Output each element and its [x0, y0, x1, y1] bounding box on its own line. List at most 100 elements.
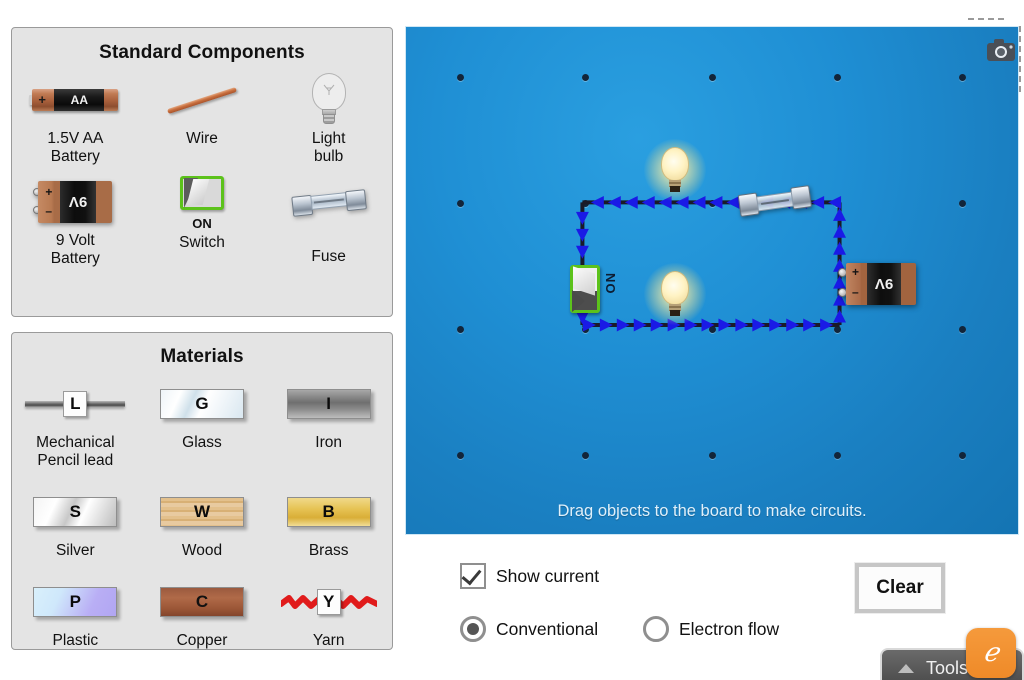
aa-battery-icon[interactable]: + AA	[12, 72, 139, 128]
glass-tile-icon[interactable]: G	[139, 376, 266, 432]
material-wood[interactable]: W Wood	[139, 484, 266, 560]
radio-button[interactable]	[643, 616, 669, 642]
material-yarn[interactable]: Y Yarn	[265, 574, 392, 650]
current-arrow	[607, 195, 621, 209]
board-controls: Show current Conventional Electron flow …	[405, 545, 1019, 665]
radio-electron-flow-label: Electron flow	[679, 618, 780, 639]
clear-button[interactable]: Clear	[854, 562, 946, 614]
component-nine-volt-battery[interactable]: + – 9V 9 Volt Battery	[12, 174, 139, 268]
board-light-bulb-top[interactable]	[644, 139, 706, 207]
show-current-checkbox[interactable]: Show current	[460, 563, 599, 589]
switch-icon[interactable]: ON	[139, 174, 266, 231]
material-copper[interactable]: C Copper	[139, 574, 266, 650]
component-label: Switch	[179, 234, 225, 251]
component-label: 1.5V AA Battery	[47, 130, 104, 165]
current-arrow	[803, 318, 817, 332]
component-switch[interactable]: ON Switch	[139, 174, 266, 268]
brass-tile-icon[interactable]: B	[265, 484, 392, 540]
current-arrow	[833, 207, 847, 221]
component-label: Fuse	[311, 248, 346, 265]
wire-icon[interactable]	[139, 72, 266, 128]
board-light-bulb-bottom[interactable]	[644, 263, 706, 331]
clear-button-label: Clear	[876, 577, 924, 598]
material-letter: S	[33, 497, 118, 527]
materials-grid: L Mechanical Pencil lead G Glass I Iron	[12, 376, 392, 650]
board-battery-plus: +	[852, 265, 860, 279]
radio-button[interactable]	[460, 616, 486, 642]
component-wire[interactable]: Wire	[139, 72, 266, 166]
plastic-tile-icon[interactable]: P	[12, 574, 139, 630]
standard-components-panel: Standard Components + AA 1.5V AA Battery	[11, 27, 393, 317]
aa-battery-label: AA	[70, 93, 88, 107]
material-label: Brass	[308, 542, 349, 559]
copper-tile-icon[interactable]: C	[139, 574, 266, 630]
current-arrow	[599, 318, 613, 332]
component-aa-battery[interactable]: + AA 1.5V AA Battery	[12, 72, 139, 166]
material-iron[interactable]: I Iron	[265, 376, 392, 470]
silver-tile-icon[interactable]: S	[12, 484, 139, 540]
material-label: Silver	[55, 542, 95, 559]
camera-snapshot-icon[interactable]	[986, 37, 1016, 63]
fuse-icon[interactable]	[265, 174, 392, 230]
component-label: 9 Volt Battery	[50, 232, 100, 267]
current-arrow	[752, 318, 766, 332]
materials-title: Materials	[160, 346, 244, 367]
materials-panel: Materials L Mechanical Pencil lead G Gla…	[11, 332, 393, 650]
gizmos-logo[interactable]: ℯ	[966, 628, 1016, 678]
board-battery-minus: –	[852, 285, 859, 299]
current-arrow	[709, 195, 723, 209]
battery-minus-sign: –	[45, 204, 53, 218]
material-glass[interactable]: G Glass	[139, 376, 266, 470]
current-arrow	[590, 195, 604, 209]
material-label: Copper	[176, 632, 228, 649]
radio-conventional-label: Conventional	[496, 618, 599, 639]
current-arrow	[833, 224, 847, 238]
material-silver[interactable]: S Silver	[12, 484, 139, 560]
board-switch[interactable]	[570, 265, 600, 313]
component-fuse[interactable]: Fuse	[265, 174, 392, 268]
board-battery-label: 9V	[874, 275, 894, 293]
selection-dash-right	[1019, 26, 1021, 92]
current-arrow	[820, 318, 834, 332]
material-label: Plastic	[52, 632, 99, 649]
selection-dash-top	[968, 18, 1004, 20]
material-plastic[interactable]: P Plastic	[12, 574, 139, 650]
material-label: Glass	[182, 434, 222, 451]
pencil-lead-icon[interactable]: L	[12, 376, 139, 432]
material-letter: P	[33, 587, 118, 617]
material-letter: G	[159, 389, 244, 419]
gizmos-logo-glyph: ℯ	[983, 638, 999, 668]
radio-electron-flow[interactable]: Electron flow	[643, 616, 779, 642]
checkbox-box[interactable]	[460, 563, 486, 589]
triangle-up-icon	[898, 663, 914, 673]
current-arrow	[575, 228, 589, 242]
filament-icon	[323, 84, 335, 95]
circuit-board[interactable]: ON + – 9V Drag objects to the board to m…	[405, 26, 1019, 535]
switch-state-label: ON	[192, 215, 212, 231]
check-icon	[461, 564, 482, 586]
tools-label: Tools	[926, 657, 969, 678]
current-flow-arrows	[575, 195, 847, 332]
material-letter: Y	[316, 589, 341, 615]
material-label: Yarn	[312, 632, 345, 649]
board-switch-state-label: ON	[603, 272, 618, 294]
current-arrow	[575, 245, 589, 259]
gizmo-app: Standard Components + AA 1.5V AA Battery	[0, 0, 1024, 680]
material-label: Iron	[315, 434, 343, 451]
nine-volt-label: 9V	[69, 193, 88, 211]
wood-tile-icon[interactable]: W	[139, 484, 266, 540]
show-current-label: Show current	[496, 565, 600, 586]
material-letter: L	[63, 391, 88, 417]
board-nine-volt-battery[interactable]: + – 9V	[838, 263, 916, 305]
material-pencil-lead[interactable]: L Mechanical Pencil lead	[12, 376, 139, 470]
material-letter: W	[159, 497, 244, 527]
component-light-bulb[interactable]: Light bulb	[265, 72, 392, 166]
aa-battery-plus: +	[38, 92, 46, 107]
component-label: Light bulb	[311, 130, 346, 165]
nine-volt-battery-icon[interactable]: + – 9V	[12, 174, 139, 230]
material-brass[interactable]: B Brass	[265, 484, 392, 560]
yarn-icon[interactable]: Y	[265, 574, 392, 630]
iron-tile-icon[interactable]: I	[265, 376, 392, 432]
radio-conventional[interactable]: Conventional	[460, 616, 598, 642]
light-bulb-icon[interactable]	[265, 72, 392, 128]
